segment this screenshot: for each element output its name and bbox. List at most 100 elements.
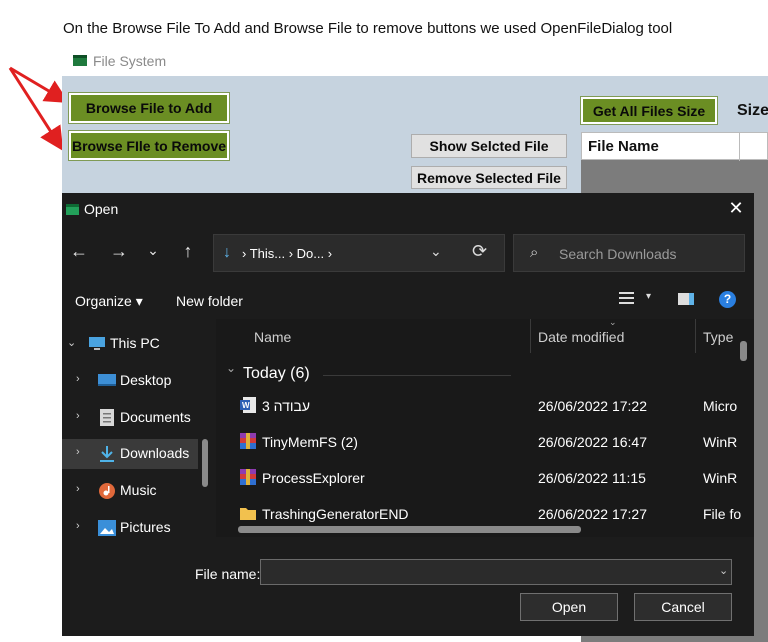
- size-label: Size: [737, 102, 768, 119]
- navigation-bar: ← → ⌄ ↑ ↓ › This... › Do... › ⌄ ⟳ ⌕ Sear…: [62, 227, 754, 279]
- file-type: File fo: [703, 506, 742, 522]
- view-options-caret-icon[interactable]: ▾: [646, 291, 651, 302]
- app-titlebar: File System: [62, 48, 768, 76]
- tree-item-pictures[interactable]: › Pictures: [62, 513, 198, 537]
- help-icon[interactable]: ?: [719, 291, 736, 308]
- file-date: 26/06/2022 17:22: [538, 398, 647, 414]
- file-row[interactable]: TinyMemFS (2) 26/06/2022 16:47 WinR: [216, 425, 738, 461]
- refresh-icon[interactable]: ⟳: [472, 241, 487, 262]
- browse-file-to-add-button[interactable]: Browse File to Add: [68, 92, 230, 124]
- dialog-footer: File name: ⌄ Open Cancel: [62, 537, 754, 636]
- organize-menu[interactable]: Organize ▾: [75, 293, 143, 310]
- tree-item-label: Documents: [120, 409, 191, 425]
- search-input[interactable]: ⌕ Search Downloads: [513, 234, 745, 272]
- expand-chevron-icon[interactable]: ›: [76, 483, 80, 495]
- expand-chevron-icon[interactable]: ›: [76, 520, 80, 532]
- search-placeholder: Search Downloads: [559, 246, 677, 262]
- up-arrow-icon[interactable]: ↑: [177, 241, 199, 262]
- grid-header-file-name: File Name: [588, 138, 659, 155]
- tree-item-label: Desktop: [120, 372, 172, 388]
- get-all-files-size-button[interactable]: Get All Files Size: [580, 96, 718, 125]
- group-collapse-chevron-icon[interactable]: ⌄: [226, 361, 236, 375]
- tree-item-label: Pictures: [120, 519, 171, 535]
- file-row[interactable]: ProcessExplorer 26/06/2022 11:15 WinR: [216, 461, 738, 497]
- tree-item-label: Downloads: [120, 445, 190, 461]
- column-header-type[interactable]: Type: [703, 329, 733, 345]
- winrar-archive-icon: [240, 433, 256, 449]
- downloads-arrow-icon: ↓: [223, 244, 231, 261]
- svg-text:W: W: [242, 401, 250, 410]
- command-bar: Organize ▾ New folder ▾ ?: [62, 279, 754, 319]
- sort-indicator-icon: ⌄: [609, 319, 617, 327]
- column-header-name[interactable]: Name: [254, 329, 291, 345]
- file-date: 26/06/2022 16:47: [538, 434, 647, 450]
- search-icon: ⌕: [530, 244, 539, 261]
- file-name: TrashingGeneratorEND: [262, 506, 409, 522]
- arrow-to-add: [9, 66, 70, 104]
- tree-item-label: Music: [120, 482, 157, 498]
- close-icon[interactable]: ✕: [726, 198, 746, 219]
- address-dropdown-icon[interactable]: ⌄: [430, 243, 442, 260]
- file-type: Micro: [703, 398, 738, 414]
- dialog-title: Open: [84, 201, 119, 217]
- dialog-app-icon: [66, 204, 79, 215]
- address-bar[interactable]: ↓ › This... › Do... › ⌄ ⟳: [213, 234, 505, 272]
- grid-column-divider: [739, 133, 740, 161]
- horizontal-scrollbar[interactable]: [238, 526, 581, 533]
- file-name: ProcessExplorer: [262, 470, 365, 486]
- folder-icon: [240, 508, 256, 520]
- music-icon: [99, 483, 115, 499]
- new-folder-button[interactable]: New folder: [176, 293, 243, 309]
- app-window-icon: [73, 55, 87, 66]
- group-divider: [323, 375, 511, 376]
- pc-icon: [89, 337, 105, 350]
- winrar-archive-icon: [240, 469, 256, 485]
- dialog-titlebar: Open ✕: [62, 193, 754, 227]
- tree-item-this-pc[interactable]: ⌄ This PC: [62, 329, 198, 359]
- back-arrow-icon[interactable]: ←: [68, 241, 90, 262]
- cancel-button[interactable]: Cancel: [634, 593, 732, 621]
- column-header-date-modified[interactable]: Date modified: [538, 329, 624, 345]
- preview-pane-icon[interactable]: [678, 293, 694, 305]
- tree-item-documents[interactable]: › Documents: [62, 403, 198, 433]
- expand-chevron-icon[interactable]: ⌄: [67, 336, 76, 349]
- forward-arrow-icon[interactable]: →: [108, 241, 130, 262]
- caption-text: On the Browse File To Add and Browse Fil…: [63, 20, 673, 37]
- show-selected-file-button[interactable]: Show Selcted File: [411, 134, 567, 158]
- file-name-label: File name:: [195, 566, 261, 582]
- file-type: WinR: [703, 470, 738, 486]
- file-name-dropdown-icon[interactable]: ⌄: [719, 564, 728, 577]
- expand-chevron-icon[interactable]: ›: [76, 446, 80, 458]
- file-name: עבודה 3: [262, 398, 311, 414]
- file-name: TinyMemFS (2): [262, 434, 358, 450]
- browse-file-to-remove-button[interactable]: Browse FIle to Remove: [68, 130, 230, 161]
- tree-item-desktop[interactable]: › Desktop: [62, 366, 198, 396]
- expand-chevron-icon[interactable]: ›: [76, 410, 80, 422]
- tree-item-downloads[interactable]: › Downloads: [62, 439, 198, 469]
- tree-scrollbar[interactable]: [202, 439, 208, 487]
- vertical-scrollbar[interactable]: [740, 341, 747, 361]
- column-divider[interactable]: [530, 319, 531, 353]
- breadcrumb[interactable]: › This... › Do... ›: [242, 246, 332, 261]
- recent-locations-chevron-icon[interactable]: ⌄: [142, 242, 164, 259]
- arrow-to-remove: [8, 67, 64, 152]
- pictures-icon: [98, 520, 116, 536]
- expand-chevron-icon[interactable]: ›: [76, 373, 80, 385]
- group-label: Today (6): [243, 365, 310, 382]
- remove-selected-file-button[interactable]: Remove Selected File: [411, 166, 567, 189]
- open-button[interactable]: Open: [520, 593, 618, 621]
- file-type: WinR: [703, 434, 738, 450]
- navigation-tree: ⌄ This PC › Desktop › Documents › Downlo…: [62, 319, 216, 537]
- view-list-icon[interactable]: [619, 292, 634, 304]
- grid-header[interactable]: File Name: [581, 132, 768, 161]
- tree-item-music[interactable]: › Music: [62, 476, 198, 506]
- file-row[interactable]: W עבודה 3 26/06/2022 17:22 Micro: [216, 389, 738, 425]
- column-divider[interactable]: [695, 319, 696, 353]
- desktop-icon: [98, 374, 116, 386]
- file-list: ⌄ Name Date modified Type ⌄ Today (6) W …: [216, 319, 754, 537]
- file-name-input[interactable]: ⌄: [260, 559, 732, 585]
- file-date: 26/06/2022 11:15: [538, 470, 646, 486]
- documents-icon: [100, 409, 114, 426]
- downloads-icon: [100, 446, 114, 462]
- word-doc-icon: W: [240, 397, 256, 413]
